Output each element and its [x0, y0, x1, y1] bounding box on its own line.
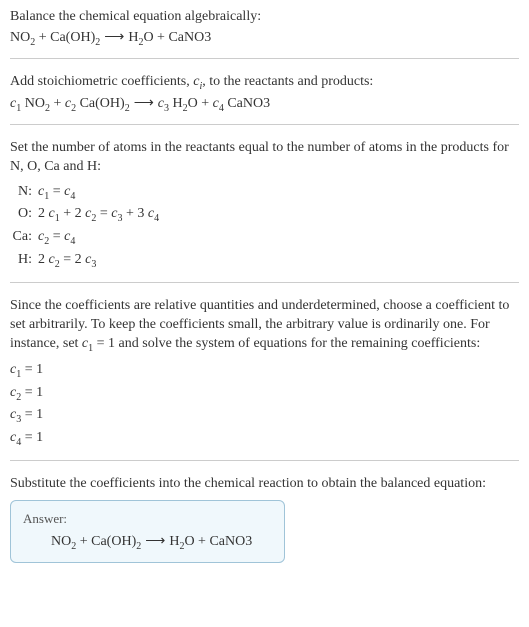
atom-row-h: H: 2 c2 = 2 c3	[10, 249, 519, 272]
reaction-arrow: ⟶	[104, 29, 124, 46]
rest: = 1	[21, 407, 43, 422]
t: =	[96, 206, 111, 221]
text-b: , to the reactants and products:	[202, 74, 373, 89]
section-intro: Balance the chemical equation algebraica…	[10, 8, 519, 48]
rest: = 1	[21, 385, 43, 400]
species-no2: NO	[10, 30, 30, 45]
sp-cano3: CaNO3	[224, 96, 270, 111]
plus-caoh: + Ca(OH)	[35, 30, 95, 45]
balanced-equation: NO2 + Ca(OH)2 ⟶ H2O + CaNO3	[23, 533, 272, 552]
text-a: Add stoichiometric coefficients,	[10, 74, 193, 89]
sp-caoh: Ca(OH)	[76, 96, 125, 111]
sub-2b: 2	[136, 541, 141, 552]
plus: +	[50, 96, 65, 111]
caoh-sub: 2	[125, 103, 130, 114]
t: = 2	[60, 252, 85, 267]
eq: =	[49, 229, 64, 244]
species-rest: O + CaNO3	[184, 534, 252, 549]
atom-eq: c1 = c4	[38, 181, 75, 204]
atom-label: O:	[10, 203, 38, 224]
t: 2	[38, 206, 49, 221]
atom-label: N:	[10, 181, 38, 202]
atom-eq: c2 = c4	[38, 226, 75, 249]
species-h2o-h: H	[169, 534, 179, 549]
rest: = 1	[21, 430, 43, 445]
species-rest: O + CaNO3	[143, 30, 211, 45]
sub-2b: 2	[95, 37, 100, 48]
section-answer: Substitute the coefficients into the che…	[10, 475, 519, 563]
atom-label: Ca:	[10, 226, 38, 247]
coeff-solution-list: c1 = 1 c2 = 1 c3 = 1 c4 = 1	[10, 359, 519, 450]
divider	[10, 124, 519, 125]
answer-box: Answer: NO2 + Ca(OH)2 ⟶ H2O + CaNO3	[10, 500, 285, 563]
intro-text: Balance the chemical equation algebraica…	[10, 8, 519, 27]
text-b: = 1 and solve the system of equations fo…	[93, 336, 480, 351]
t: + 3	[122, 206, 147, 221]
sp-h2o-b: O +	[188, 96, 213, 111]
section-solve: Since the coefficients are relative quan…	[10, 297, 519, 450]
divider	[10, 282, 519, 283]
coeff-line: c1 = 1	[10, 359, 519, 382]
s: 4	[154, 213, 159, 224]
coeff-line: c2 = 1	[10, 382, 519, 405]
s: 4	[70, 190, 75, 201]
coeff-line: c4 = 1	[10, 427, 519, 450]
sp-h2o: H	[169, 96, 183, 111]
coeff-intro: Add stoichiometric coefficients, ci, to …	[10, 73, 519, 93]
atom-row-o: O: 2 c1 + 2 c2 = c3 + 3 c4	[10, 203, 519, 226]
reaction-arrow: ⟶	[134, 95, 154, 112]
substitute-intro: Substitute the coefficients into the che…	[10, 475, 519, 494]
coeff-equation: c1 NO2 + c2 Ca(OH)2 ⟶ c3 H2O + c4 CaNO3	[10, 95, 519, 114]
atom-intro: Set the number of atoms in the reactants…	[10, 139, 519, 177]
atom-label: H:	[10, 249, 38, 270]
atom-table: N: c1 = c4 O: 2 c1 + 2 c2 = c3 + 3 c4 Ca…	[10, 181, 519, 272]
section-coefficients: Add stoichiometric coefficients, ci, to …	[10, 73, 519, 114]
atom-row-n: N: c1 = c4	[10, 181, 519, 204]
atom-eq: 2 c2 = 2 c3	[38, 249, 96, 272]
reaction-arrow: ⟶	[145, 533, 165, 550]
t: 2	[38, 252, 49, 267]
s: 3	[91, 259, 96, 270]
rest: = 1	[21, 362, 43, 377]
coeff-line: c3 = 1	[10, 404, 519, 427]
species-no2: NO	[51, 534, 71, 549]
eq: =	[49, 184, 64, 199]
sp-no2: NO	[21, 96, 45, 111]
divider	[10, 58, 519, 59]
plus-caoh: + Ca(OH)	[76, 534, 136, 549]
section-atom-balance: Set the number of atoms in the reactants…	[10, 139, 519, 272]
answer-label: Answer:	[23, 511, 272, 527]
atom-eq: 2 c1 + 2 c2 = c3 + 3 c4	[38, 203, 159, 226]
s: 4	[70, 236, 75, 247]
species-h2o-h: H	[128, 30, 138, 45]
atom-row-ca: Ca: c2 = c4	[10, 226, 519, 249]
divider	[10, 460, 519, 461]
t: + 2	[60, 206, 85, 221]
solve-intro: Since the coefficients are relative quan…	[10, 297, 519, 355]
unbalanced-equation: NO2 + Ca(OH)2 ⟶ H2O + CaNO3	[10, 29, 519, 48]
